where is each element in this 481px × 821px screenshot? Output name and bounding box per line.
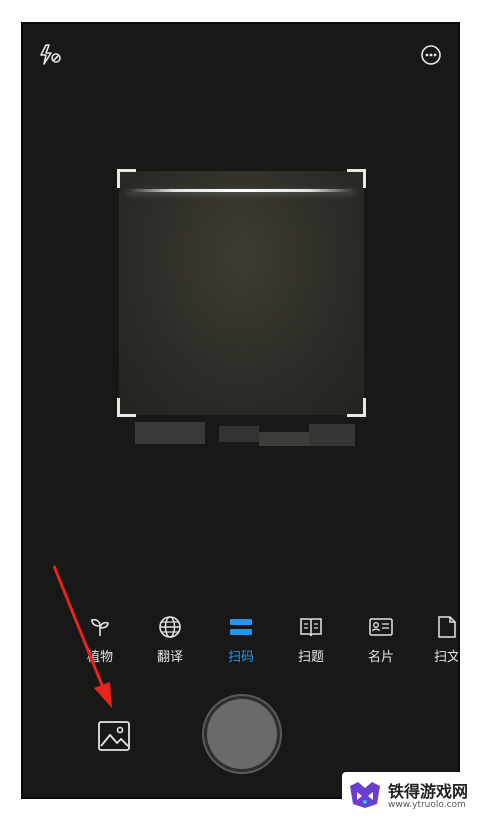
mode-label: 植物: [86, 650, 113, 665]
camera-scan-screen: 植物 翻译 扫码 扫题 名片 扫文: [21, 22, 460, 799]
globe-icon: [143, 614, 197, 644]
mode-scan-text[interactable]: 扫文: [420, 614, 460, 665]
viewfinder-corner: [117, 398, 136, 417]
book-icon: [284, 614, 338, 644]
sprout-icon: [73, 614, 127, 644]
more-options-icon[interactable]: [418, 42, 444, 68]
redacted-hint-text: [309, 424, 355, 446]
flash-off-icon[interactable]: [37, 42, 63, 68]
shutter-button[interactable]: [207, 699, 277, 769]
mode-translate[interactable]: 翻译: [143, 614, 197, 665]
mode-label: 扫码: [227, 650, 254, 665]
watermark-name: 铁得游戏网: [388, 782, 469, 801]
mode-business-card[interactable]: 名片: [354, 614, 408, 665]
watermark-url: www.ytruolo.com: [388, 800, 466, 810]
viewfinder-corner: [347, 169, 366, 188]
redacted-hint-text: [219, 426, 259, 442]
scan-code-icon: [214, 614, 268, 644]
viewfinder-corner: [117, 169, 136, 188]
watermark-logo: 铁得游戏网 www.ytruolo.com: [342, 772, 478, 818]
gamepad-logo-icon: [350, 782, 380, 808]
mode-label: 翻译: [156, 650, 183, 665]
scan-viewfinder: [117, 169, 366, 417]
mode-label: 名片: [367, 650, 394, 665]
viewfinder-corner: [347, 398, 366, 417]
mode-plant[interactable]: 植物: [73, 614, 127, 665]
mode-label: 扫文: [433, 650, 460, 665]
mode-label: 扫题: [297, 650, 324, 665]
mode-scan-question[interactable]: 扫题: [284, 614, 338, 665]
mode-selector: 植物 翻译 扫码 扫题 名片 扫文: [23, 614, 460, 674]
document-icon: [420, 614, 458, 644]
business-card-icon: [354, 614, 408, 644]
redacted-hint-text: [259, 432, 309, 446]
mode-scan-code[interactable]: 扫码: [214, 614, 268, 665]
scan-line: [127, 189, 356, 192]
gallery-icon[interactable]: [97, 719, 131, 753]
redacted-hint-text: [135, 422, 205, 444]
